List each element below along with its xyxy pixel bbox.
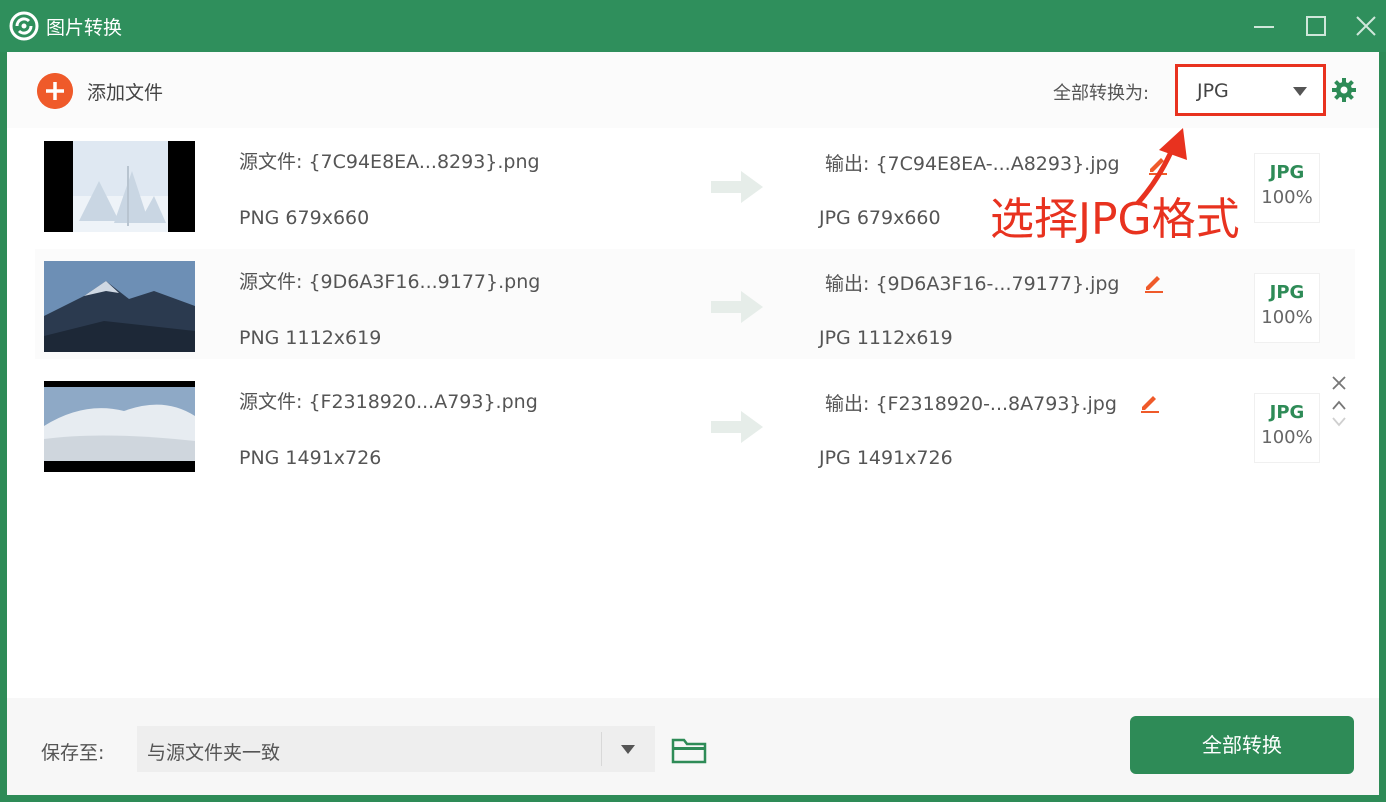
format-badge: JPG (1269, 282, 1305, 303)
output-file-name: 输出: {9D6A3F16-...79177}.jpg (825, 273, 1120, 295)
format-badge: JPG (1269, 402, 1305, 423)
output-file-meta: JPG 679x660 (819, 207, 941, 229)
arrow-right-icon (711, 411, 763, 443)
output-format-value: JPG (1197, 80, 1229, 102)
output-format-select[interactable]: JPG (1175, 64, 1326, 116)
main-content: 添加文件 全部转换为: JPG 源文件: {7C94E8EA...8293}.p… (7, 52, 1379, 795)
footer-bar: 保存至: 与源文件夹一致 全部转换 (7, 698, 1379, 795)
close-icon[interactable] (1350, 10, 1382, 42)
source-file-name: 源文件: {7C94E8EA...8293}.png (239, 151, 540, 173)
arrow-right-icon (711, 171, 763, 203)
file-thumbnail (44, 381, 195, 472)
remove-icon[interactable] (1329, 373, 1349, 393)
save-to-label: 保存至: (41, 742, 105, 764)
output-file-meta: JPG 1491x726 (819, 447, 953, 469)
title-bar: 图片转换 (0, 0, 1386, 52)
quality-value: 100% (1261, 307, 1313, 328)
edit-icon[interactable] (1143, 271, 1165, 293)
format-badge: JPG (1269, 162, 1305, 183)
plus-icon (37, 73, 73, 109)
source-file-name: 源文件: {9D6A3F16...9177}.png (239, 271, 541, 293)
source-file-name: 源文件: {F2318920...A793}.png (239, 391, 538, 413)
convert-all-to-label: 全部转换为: (1053, 83, 1150, 104)
chevron-down-icon (621, 745, 635, 754)
file-row[interactable]: 源文件: {F2318920...A793}.png PNG 1491x726 … (35, 369, 1355, 479)
gear-icon[interactable] (1331, 77, 1357, 103)
format-quality-card[interactable]: JPG 100% (1254, 393, 1320, 463)
file-row[interactable]: 源文件: {9D6A3F16...9177}.png PNG 1112x619 … (35, 249, 1355, 359)
window-title: 图片转换 (46, 17, 123, 39)
file-thumbnail (44, 141, 195, 232)
annotation-text: 选择JPG格式 (990, 194, 1240, 245)
edit-icon[interactable] (1139, 391, 1161, 413)
save-location-select[interactable]: 与源文件夹一致 (137, 726, 655, 772)
output-file-meta: JPG 1112x619 (819, 327, 953, 349)
app-window: 图片转换 添加文件 全部转换为: JPG 源文件: {7C94E8EA...82… (0, 0, 1386, 802)
file-thumbnail (44, 261, 195, 352)
quality-value: 100% (1261, 427, 1313, 448)
chevron-down-icon (1293, 87, 1307, 96)
format-quality-card[interactable]: JPG 100% (1254, 273, 1320, 343)
output-file-name: 输出: {F2318920-...8A793}.jpg (825, 393, 1117, 415)
toolbar: 添加文件 全部转换为: JPG (7, 52, 1379, 128)
format-quality-card[interactable]: JPG 100% (1254, 153, 1320, 223)
output-file-name: 输出: {7C94E8EA-...A8293}.jpg (825, 153, 1120, 175)
source-file-meta: PNG 679x660 (239, 207, 370, 229)
source-file-meta: PNG 1112x619 (239, 327, 382, 349)
app-logo-icon (9, 11, 39, 41)
add-file-label: 添加文件 (87, 82, 164, 104)
minimize-icon[interactable] (1248, 10, 1280, 42)
arrow-right-icon (711, 291, 763, 323)
quality-value: 100% (1261, 187, 1313, 208)
save-location-value: 与源文件夹一致 (147, 742, 281, 764)
divider (601, 732, 602, 766)
convert-all-button[interactable]: 全部转换 (1130, 716, 1354, 774)
folder-icon[interactable] (671, 736, 707, 764)
move-down-icon[interactable] (1329, 411, 1349, 431)
maximize-icon[interactable] (1300, 10, 1332, 42)
source-file-meta: PNG 1491x726 (239, 447, 382, 469)
